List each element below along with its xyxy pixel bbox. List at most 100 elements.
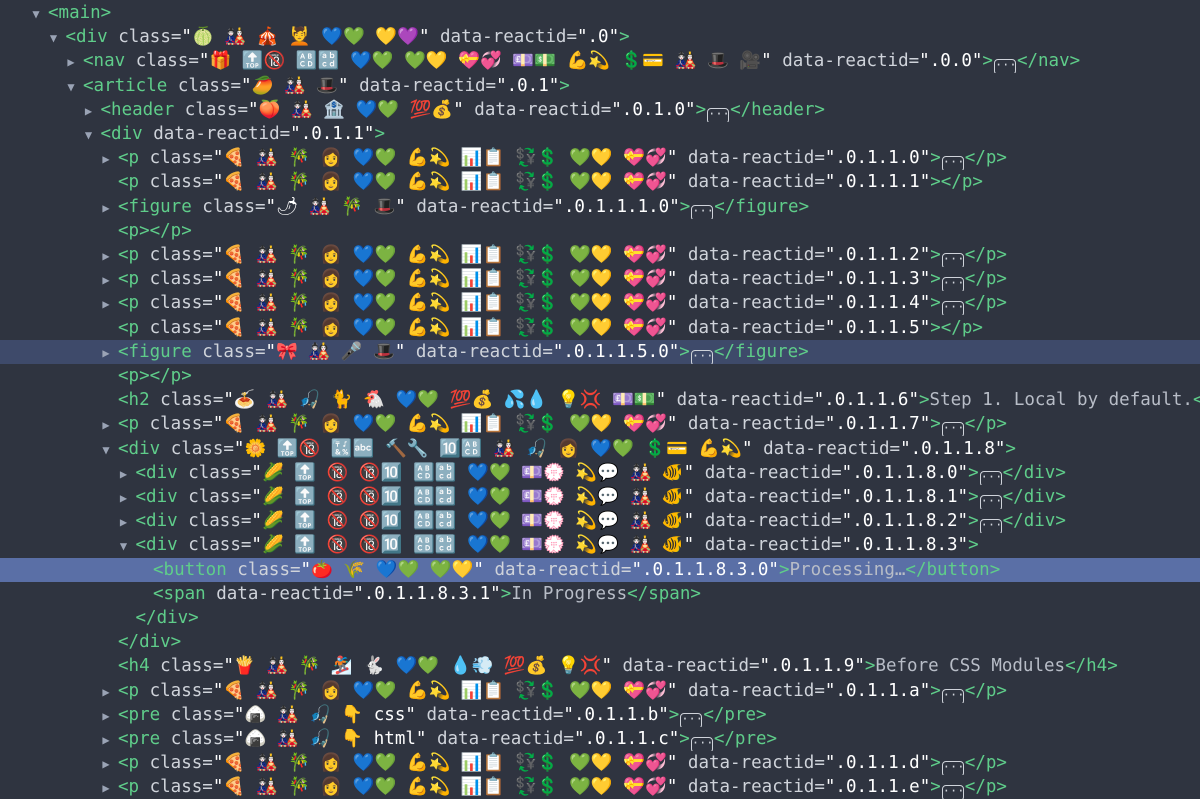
dom-node-row[interactable]: ▼ <article class="🥭 🎎 🎩" data-reactid=".0… xyxy=(0,74,1200,98)
html-tag: <div xyxy=(135,535,189,556)
html-tag: > xyxy=(679,341,690,362)
disclosure-closed-icon[interactable]: ▶ xyxy=(65,50,77,73)
dom-node-row[interactable]: ▶ <div class="🌽 🔝 🔞 🔞🔟 🔠🔡 💙💚 💷💮 💫💬 🎎 🐠" d… xyxy=(0,461,1200,485)
collapsed-content-ellipsis-icon[interactable]: ··· xyxy=(979,470,1002,485)
attribute-name: class= xyxy=(149,753,213,774)
disclosure-open-icon[interactable]: ▼ xyxy=(48,26,60,49)
dom-node-row[interactable]: ▶ <div class="🌽 🔝 🔞 🔞🔟 🔠🔡 💙💚 💷💮 💫💬 🎎 🐠" d… xyxy=(0,485,1200,509)
disclosure-open-icon[interactable]: ▼ xyxy=(83,123,95,146)
dom-node-row[interactable]: <h4 class="🍟 🎎 🎋 🏂 🐇 💙💚 💧💨 💯💰 💡💢" data-r… xyxy=(0,654,1200,678)
disclosure-closed-icon[interactable]: ▶ xyxy=(100,680,112,703)
collapsed-content-ellipsis-icon[interactable]: ··· xyxy=(941,301,964,316)
collapsed-content-ellipsis-icon[interactable]: ··· xyxy=(941,156,964,171)
dom-node-row[interactable]: <span data-reactid=".0.1.1.8.3.1">In Pro… xyxy=(0,582,1200,606)
disclosure-closed-icon[interactable]: ▶ xyxy=(100,292,112,315)
html-tag: <article xyxy=(83,75,178,96)
disclosure-closed-icon[interactable]: ▶ xyxy=(100,776,112,799)
attribute-name: data-reactid= xyxy=(763,438,901,459)
disclosure-closed-icon[interactable]: ▶ xyxy=(100,752,112,775)
collapsed-content-ellipsis-icon[interactable]: ··· xyxy=(941,253,964,267)
dom-node-row[interactable]: </div> xyxy=(0,606,1200,630)
disclosure-open-icon[interactable]: ▼ xyxy=(30,2,42,25)
html-tag: ></p> xyxy=(930,172,983,193)
html-tag: > xyxy=(968,487,979,507)
attribute-value: "🎀 🎎 🎤 🎩" xyxy=(265,341,416,362)
attribute-value: ".0.1.1.6" xyxy=(813,390,919,411)
disclosure-closed-icon[interactable]: ▶ xyxy=(118,462,130,485)
dom-node-row[interactable]: </div> xyxy=(0,630,1200,654)
dom-node-row[interactable]: ▼ <div class="🌽 🔝 🔞 🔞🔟 🔠🔡 💙💚 💷💮 💫💬 🎎 🐠" d… xyxy=(0,533,1200,557)
dom-node-row[interactable]: ▶ <figure class="🎀 🎎 🎤 🎩" data-reactid=".… xyxy=(0,339,1200,364)
collapsed-content-ellipsis-icon[interactable]: ··· xyxy=(941,688,964,703)
dom-node-row[interactable]: ▶ <p class="🍕 🎎 🎋 👩 💙💚 💪💫 📊📋 💱💲 💚💛 💝💞" da… xyxy=(0,243,1200,267)
attribute-value: ".0.1.1" xyxy=(290,124,375,144)
collapsed-content-ellipsis-icon[interactable]: ··· xyxy=(941,761,964,776)
collapsed-content-ellipsis-icon[interactable]: ··· xyxy=(707,107,730,122)
dom-node-row[interactable]: ▼ <div data-reactid=".0.1.1"> xyxy=(0,122,1200,146)
dom-node-row[interactable]: ▶ <p class="🍕 🎎 🎋 👩 💙💚 💪💫 📊📋 💱💲 💚💛 💝💞" da… xyxy=(0,291,1200,316)
disclosure-closed-icon[interactable]: ▶ xyxy=(100,413,112,436)
dom-node-row[interactable]: ▶ <pre class="🍙 🎎 🎣 👇 html" data-reactid=… xyxy=(0,727,1200,751)
html-tag: <h2 xyxy=(118,390,161,411)
attribute-value: ".0.1.0" xyxy=(611,99,696,120)
attribute-name: data-reactid= xyxy=(687,777,825,798)
dom-node-row[interactable]: ▶ <nav class="🎁 🔝🔞 🔠🔡 💙💚 💚💛 💝💞 💷💵 💪💫 💲💳 🎎… xyxy=(0,49,1200,74)
collapsed-content-ellipsis-icon[interactable]: ··· xyxy=(941,422,964,437)
disclosure-closed-icon[interactable]: ▶ xyxy=(118,486,130,509)
dom-node-row[interactable]: ▶ <div class="🌽 🔝 🔞 🔞🔟 🔠🔡 💙💚 💷💮 💫💬 🎎 🐠" d… xyxy=(0,509,1200,534)
disclosure-closed-icon[interactable]: ▶ xyxy=(100,196,112,219)
collapsed-content-ellipsis-icon[interactable]: ··· xyxy=(979,519,1002,534)
collapsed-content-ellipsis-icon[interactable]: ··· xyxy=(941,277,964,292)
dom-node-row[interactable]: <p></p> xyxy=(0,219,1200,243)
dom-node-row[interactable]: <p></p> xyxy=(0,364,1200,388)
dom-node-row[interactable]: ▼ <div class="🍈 🎎 🎪 💆 💙💚 💛💜" data-reactid… xyxy=(0,25,1200,49)
attribute-name: data-reactid= xyxy=(687,269,825,290)
html-tag: </p> xyxy=(964,753,1007,774)
attribute-name: class= xyxy=(149,148,213,169)
attribute-value: "🍕 🎎 🎋 👩 💙💚 💪💫 📊📋 💱💲 💚💛 💝💞" xyxy=(212,680,688,701)
disclosure-closed-icon[interactable]: ▶ xyxy=(100,341,112,364)
dom-node-row[interactable]: ▶ <figure class="🌶 🎎 🎋 🎩" data-reactid=".… xyxy=(0,195,1200,219)
disclosure-closed-icon[interactable]: ▶ xyxy=(100,268,112,291)
attribute-value: "🍕 🎎 🎋 👩 💙💚 💪💫 📊📋 💱💲 💚💛 💝💞" xyxy=(212,777,688,798)
dom-node-row[interactable]: <p class="🍕 🎎 🎋 👩 💙💚 💪💫 📊📋 💱💲 💚💛 💝💞" dat… xyxy=(0,170,1200,194)
dom-node-row[interactable]: ▶ <p class="🍕 🎎 🎋 👩 💙💚 💪💫 📊📋 💱💲 💚💛 💝💞" da… xyxy=(0,146,1200,171)
disclosure-open-icon[interactable]: ▼ xyxy=(65,75,77,98)
disclosure-closed-icon[interactable]: ▶ xyxy=(100,704,112,727)
collapsed-content-ellipsis-icon[interactable]: ··· xyxy=(941,785,964,799)
html-tag: <p xyxy=(118,777,150,798)
collapsed-content-ellipsis-icon[interactable]: ··· xyxy=(993,59,1017,74)
collapsed-content-ellipsis-icon[interactable]: ··· xyxy=(680,712,703,727)
dom-node-row[interactable]: <button class="🍅 🌾 💙💚 💚💛" data-reactid="… xyxy=(0,557,1200,582)
disclosure-open-icon[interactable]: ▼ xyxy=(100,438,112,461)
dom-node-row[interactable]: ▼ <main> xyxy=(0,1,1200,25)
dom-node-row[interactable]: ▶ <header class="🍑 🎎 🏦 💙💚 💯💰" data-reacti… xyxy=(0,98,1200,122)
dom-node-row[interactable]: ▶ <p class="🍕 🎎 🎋 👩 💙💚 💪💫 📊📋 💱💲 💚💛 💝💞" da… xyxy=(0,412,1200,437)
disclosure-open-icon[interactable]: ▼ xyxy=(118,534,130,557)
collapsed-content-ellipsis-icon[interactable]: ··· xyxy=(979,495,1002,509)
attribute-name: class= xyxy=(149,172,213,193)
attribute-value: "🌶 🎎 🎋 🎩" xyxy=(265,196,417,217)
disclosure-closed-icon[interactable]: ▶ xyxy=(100,728,112,751)
attribute-name: data-reactid= xyxy=(782,51,920,72)
disclosure-closed-icon[interactable]: ▶ xyxy=(83,99,95,122)
dom-node-row[interactable]: ▶ <p class="🍕 🎎 🎋 👩 💙💚 💪💫 📊📋 💱💲 💚💛 💝💞" da… xyxy=(0,679,1200,703)
collapsed-content-ellipsis-icon[interactable]: ··· xyxy=(690,349,714,364)
html-tag: <button xyxy=(153,559,238,580)
dom-node-row[interactable]: ▶ <pre class="🍙 🎎 🎣 👇 css" data-reactid="… xyxy=(0,703,1200,727)
dom-node-row[interactable]: <h2 class="🍝 🎎 🎣 🐈 🐔 💙💚 💯💰 💦💧 💡💢 💷💵" dat… xyxy=(0,388,1200,412)
html-tag: </p> xyxy=(964,148,1007,169)
collapsed-content-ellipsis-icon[interactable]: ··· xyxy=(691,204,714,219)
dom-node-row[interactable]: ▼ <div class="🌼 🔝🔞 🔣🔤 🔨🔧 🔟🔠 🎎 🎣 👩 💙💚 💲💳 💪… xyxy=(0,437,1200,461)
dom-node-row[interactable]: ▶ <p class="🍕 🎎 🎋 👩 💙💚 💪💫 📊📋 💱💲 💚💛 💝💞" da… xyxy=(0,267,1200,292)
collapsed-content-ellipsis-icon[interactable]: ··· xyxy=(690,737,714,751)
dom-node-row[interactable]: ▶ <p class="🍕 🎎 🎋 👩 💙💚 💪💫 📊📋 💱💲 💚💛 💝💞" da… xyxy=(0,775,1200,799)
disclosure-closed-icon[interactable]: ▶ xyxy=(100,244,112,267)
html-tag: > xyxy=(930,293,941,314)
disclosure-closed-icon[interactable]: ▶ xyxy=(118,510,130,533)
dom-node-row[interactable]: ▶ <p class="🍕 🎎 🎋 👩 💙💚 💪💫 📊📋 💱💲 💚💛 💝💞" da… xyxy=(0,751,1200,776)
dom-node-row[interactable]: <p class="🍕 🎎 🎋 👩 💙💚 💪💫 📊📋 💱💲 💚💛 💝💞" dat… xyxy=(0,316,1200,340)
disclosure-closed-icon[interactable]: ▶ xyxy=(100,147,112,170)
